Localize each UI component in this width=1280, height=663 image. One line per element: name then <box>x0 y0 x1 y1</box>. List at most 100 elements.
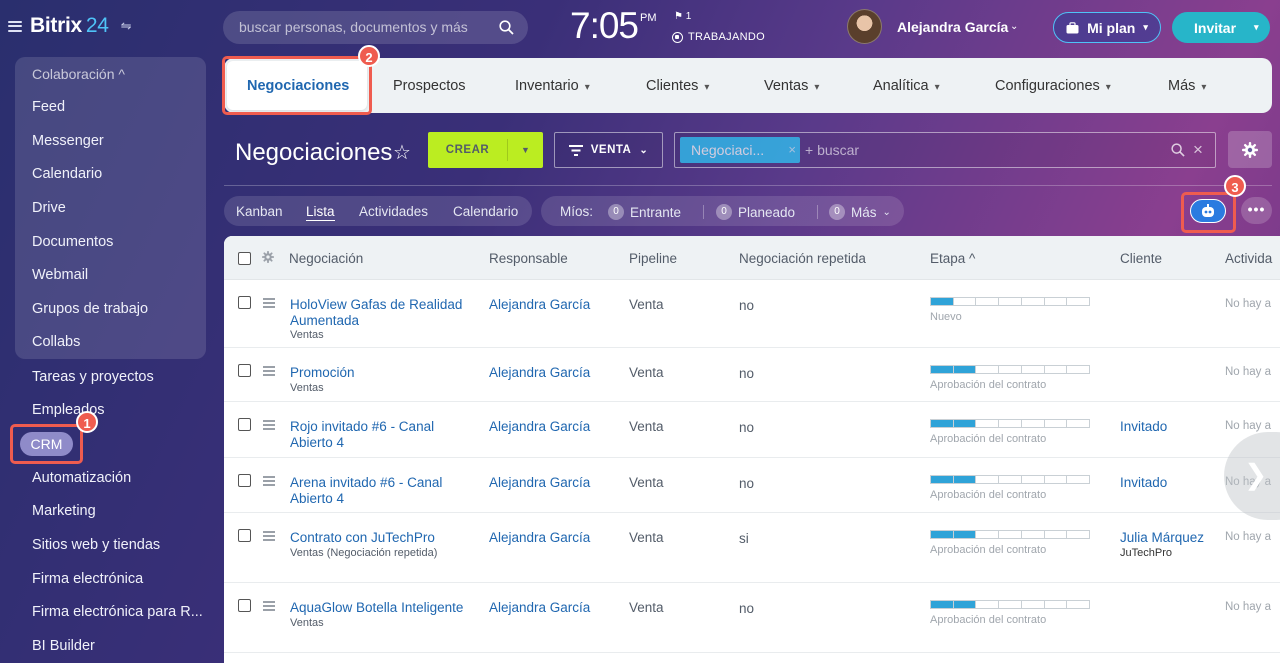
sidebar-item-tasks[interactable]: Tareas y proyectos <box>32 369 154 385</box>
deal-title[interactable]: Promoción Ventas <box>290 365 470 395</box>
sidebar-item-sites[interactable]: Sitios web y tiendas <box>32 537 160 553</box>
row-checkbox[interactable] <box>238 296 251 309</box>
deal-name[interactable]: Rojo invitado #6 - Canal Abierto 4 <box>290 419 434 450</box>
deal-name[interactable]: HoloView Gafas de Realidad Aumentada <box>290 297 462 328</box>
table-row[interactable]: Rojo invitado #6 - Canal Abierto 4 Aleja… <box>224 402 1280 458</box>
view-calendar[interactable]: Calendario <box>453 204 518 219</box>
client-link[interactable]: Julia Márquez JuTechPro <box>1120 530 1204 561</box>
sidebar-item-calendar[interactable]: Calendario <box>32 166 102 182</box>
drag-handle-icon[interactable] <box>263 366 275 378</box>
tab-inventory[interactable]: Inventario ▾ <box>515 78 590 94</box>
sidebar-item-messenger[interactable]: Messenger <box>32 133 104 149</box>
drag-handle-icon[interactable] <box>263 601 275 613</box>
deal-name[interactable]: AquaGlow Botella Inteligente <box>290 600 463 615</box>
deal-title[interactable]: AquaGlow Botella Inteligente Ventas <box>290 600 470 630</box>
tab-sales[interactable]: Ventas ▾ <box>764 78 819 94</box>
deal-title[interactable]: Rojo invitado #6 - Canal Abierto 4 <box>290 419 470 450</box>
drag-handle-icon[interactable] <box>263 420 275 432</box>
owner-link[interactable]: Alejandra García <box>489 297 590 312</box>
column-activity[interactable]: Activida <box>1225 251 1272 266</box>
stage-progress[interactable]: Aprobación del contrato <box>930 365 1090 391</box>
client-link[interactable]: Invitado <box>1120 475 1167 491</box>
view-activities[interactable]: Actividades <box>359 204 428 219</box>
deal-name[interactable]: Promoción <box>290 365 355 380</box>
counter-more[interactable]: 0 Más ⌄ <box>829 204 891 220</box>
avatar[interactable] <box>847 9 882 44</box>
sidebar-item-webmail[interactable]: Webmail <box>32 267 88 283</box>
table-row[interactable]: Contrato con JuTechPro Ventas (Negociació… <box>224 513 1280 583</box>
client-name[interactable]: Invitado <box>1120 419 1167 434</box>
sidebar-item-drive[interactable]: Drive <box>32 200 66 216</box>
pipeline-selector[interactable]: VENTA ⌄ <box>554 132 663 168</box>
stage-progress[interactable]: Aprobación del contrato <box>930 475 1090 501</box>
owner-link[interactable]: Alejandra García <box>489 419 590 434</box>
column-pipeline[interactable]: Pipeline <box>629 251 677 266</box>
row-checkbox[interactable] <box>238 418 251 431</box>
client-name[interactable]: Invitado <box>1120 475 1167 490</box>
owner-link[interactable]: Alejandra García <box>489 600 590 615</box>
create-button[interactable]: CREAR ▼ <box>428 132 543 168</box>
sidebar-item-marketing[interactable]: Marketing <box>32 503 96 519</box>
table-row[interactable]: Promoción Ventas Alejandra García Venta n… <box>224 348 1280 402</box>
chevron-down-icon[interactable]: ⌄ <box>1010 21 1018 32</box>
row-checkbox[interactable] <box>238 474 251 487</box>
chevron-down-icon[interactable]: ▼ <box>508 132 543 168</box>
row-checkbox[interactable] <box>238 599 251 612</box>
owner-link[interactable]: Alejandra García <box>489 365 590 380</box>
tab-settings[interactable]: Configuraciones ▾ <box>995 78 1111 94</box>
column-stage[interactable]: Etapa ^ <box>930 251 975 266</box>
user-name[interactable]: Alejandra García <box>897 19 1008 35</box>
sidebar-item-workgroups[interactable]: Grupos de trabajo <box>32 301 148 317</box>
app-logo[interactable]: Bitrix 24 <box>30 14 109 38</box>
column-client[interactable]: Cliente <box>1120 251 1162 266</box>
clock-time[interactable]: 7:05 <box>570 5 639 47</box>
table-row[interactable]: Arena invitado #6 - Canal Abierto 4 Alej… <box>224 458 1280 513</box>
deal-name[interactable]: Contrato con JuTechPro <box>290 530 435 545</box>
drag-handle-icon[interactable] <box>263 298 275 310</box>
stage-progress[interactable]: Aprobación del contrato <box>930 419 1090 445</box>
menu-icon[interactable] <box>8 20 22 32</box>
clear-icon[interactable]: × <box>1193 140 1203 160</box>
client-name[interactable]: Julia Márquez <box>1120 530 1204 545</box>
table-row[interactable]: HoloView Gafas de Realidad Aumentada Vent… <box>224 280 1280 348</box>
gear-icon[interactable] <box>262 250 274 268</box>
select-all-checkbox[interactable] <box>238 252 251 265</box>
activity-value[interactable]: No hay a <box>1225 366 1271 378</box>
view-kanban[interactable]: Kanban <box>236 204 283 219</box>
stage-progress[interactable]: Nuevo <box>930 297 1090 323</box>
row-checkbox[interactable] <box>238 364 251 377</box>
filter-tag[interactable]: Negociaci... × <box>680 137 800 163</box>
stage-progress[interactable]: Aprobación del contrato <box>930 530 1090 556</box>
column-deal[interactable]: Negociación <box>289 251 363 266</box>
row-checkbox[interactable] <box>238 529 251 542</box>
column-owner[interactable]: Responsable <box>489 251 568 266</box>
deal-title[interactable]: Contrato con JuTechPro Ventas (Negociació… <box>290 530 470 560</box>
more-options-button[interactable]: ••• <box>1241 197 1272 224</box>
column-repeat[interactable]: Negociación repetida <box>739 251 866 266</box>
work-status[interactable]: TRABAJANDO <box>672 31 765 43</box>
activity-value[interactable]: No hay a <box>1225 531 1271 543</box>
deal-title[interactable]: HoloView Gafas de Realidad Aumentada Vent… <box>290 297 470 342</box>
table-row[interactable]: AquaGlow Botella Inteligente Ventas Aleja… <box>224 583 1280 653</box>
search-icon[interactable] <box>499 20 514 40</box>
sidebar-item-collabs[interactable]: Collabs <box>32 334 80 350</box>
my-plan-button[interactable]: Mi plan ▾ <box>1053 12 1161 43</box>
activity-value[interactable]: No hay a <box>1225 601 1271 613</box>
owner-link[interactable]: Alejandra García <box>489 530 590 545</box>
tab-prospects[interactable]: Prospectos <box>393 78 466 94</box>
stage-progress[interactable]: Aprobación del contrato <box>930 600 1090 626</box>
settings-sliders-icon[interactable]: ⇋ <box>121 18 132 34</box>
filter-input[interactable] <box>805 142 1145 158</box>
client-link[interactable]: Invitado <box>1120 419 1167 435</box>
close-icon[interactable]: × <box>788 142 796 157</box>
counter-planned[interactable]: 0 Planeado <box>716 204 795 220</box>
tab-analytics[interactable]: Analítica ▾ <box>873 78 940 94</box>
activity-value[interactable]: No hay a <box>1225 420 1271 432</box>
invite-button[interactable]: Invitar ▾ <box>1172 12 1270 43</box>
tab-clients[interactable]: Clientes ▾ <box>646 78 709 94</box>
counter-incoming[interactable]: 0 Entrante <box>608 204 681 220</box>
search-input[interactable] <box>239 19 489 35</box>
owner-link[interactable]: Alejandra García <box>489 475 590 490</box>
sidebar-item-feed[interactable]: Feed <box>32 99 65 115</box>
deal-title[interactable]: Arena invitado #6 - Canal Abierto 4 <box>290 475 470 506</box>
